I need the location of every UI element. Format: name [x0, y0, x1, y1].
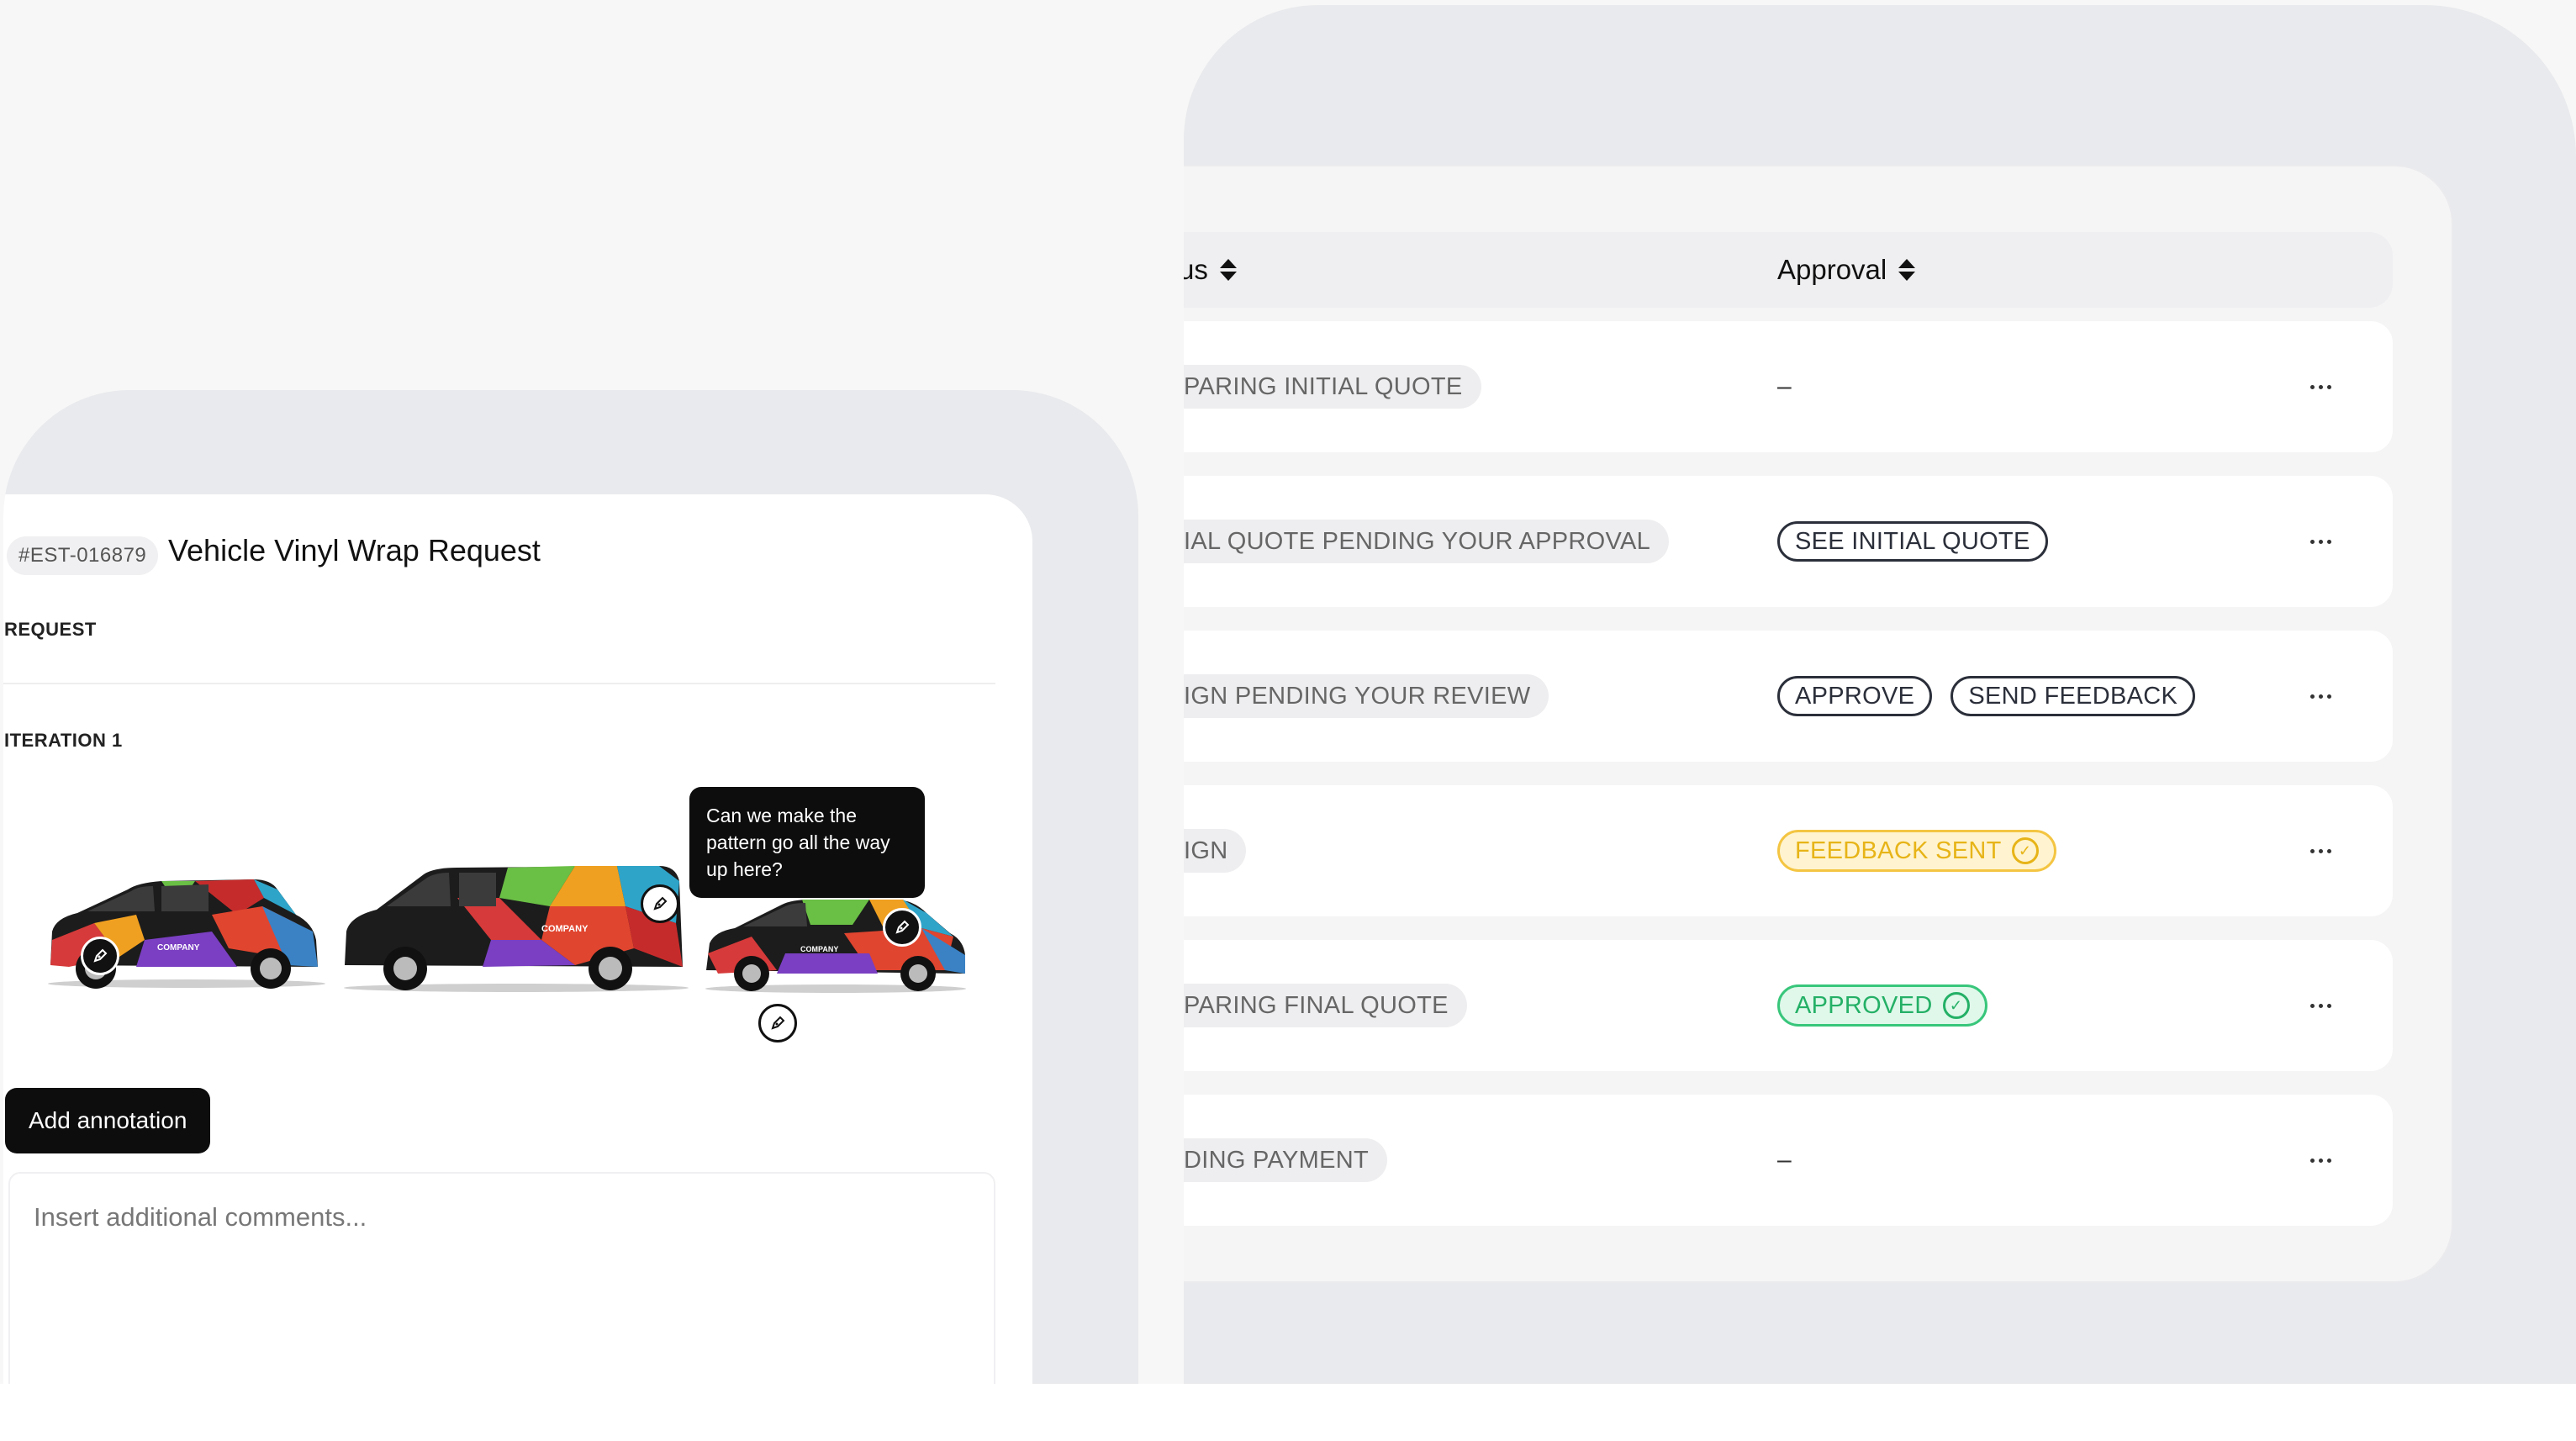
table-row: IGN PENDING YOUR REVIEW APPROVE SEND FEE… [1184, 631, 2393, 762]
column-header-status[interactable]: us [1184, 232, 1237, 308]
table-row: IAL QUOTE PENDING YOUR APPROVAL SEE INIT… [1184, 476, 2393, 607]
table-panel: us Approval PARING INITIAL QUOTE – IAL Q… [1184, 5, 2576, 1384]
see-initial-quote-button[interactable]: SEE INITIAL QUOTE [1777, 521, 2048, 562]
request-id-tag: #EST-016879 [7, 536, 159, 575]
approve-button[interactable]: APPROVE [1777, 676, 1933, 716]
approval-cell: – [1777, 1138, 1792, 1182]
section-label-request: REQUEST [4, 619, 97, 640]
svg-text:COMPANY: COMPANY [800, 945, 838, 953]
feedback-sent-badge: FEEDBACK SENT ✓ [1777, 830, 2056, 872]
table-row: PARING FINAL QUOTE APPROVED ✓ [1184, 940, 2393, 1071]
annotation-pen-icon[interactable] [758, 1004, 797, 1042]
more-horizontal-icon[interactable] [2310, 829, 2331, 873]
table-row: DING PAYMENT – [1184, 1095, 2393, 1226]
divider [3, 683, 995, 684]
annotation-pen-icon[interactable] [641, 884, 679, 923]
more-horizontal-icon[interactable] [2310, 1138, 2331, 1182]
status-pill: IAL QUOTE PENDING YOUR APPROVAL [1184, 520, 1670, 563]
more-horizontal-icon[interactable] [2310, 365, 2331, 409]
more-horizontal-icon[interactable] [2310, 674, 2331, 718]
more-horizontal-icon[interactable] [2310, 984, 2331, 1027]
comments-input[interactable]: Insert additional comments... [8, 1172, 995, 1384]
approval-empty: – [1777, 372, 1792, 400]
table-row: IGN FEEDBACK SENT ✓ [1184, 785, 2393, 916]
vehicle-design-cargo-van[interactable]: COMPANY [340, 847, 693, 995]
vehicle-design-compact-van[interactable]: COMPANY [44, 864, 330, 990]
column-header-approval[interactable]: Approval [1777, 232, 1916, 308]
approved-badge: APPROVED ✓ [1777, 984, 1987, 1027]
annotation-pen-icon[interactable] [81, 937, 119, 975]
request-title: Vehicle Vinyl Wrap Request [168, 533, 541, 567]
check-circle-icon: ✓ [2011, 837, 2039, 864]
status-pill: PARING INITIAL QUOTE [1184, 365, 1481, 409]
approval-cell: – [1777, 365, 1792, 409]
table-header: us Approval [1184, 232, 2393, 308]
approval-cell: SEE INITIAL QUOTE [1777, 520, 2048, 563]
svg-text:COMPANY: COMPANY [157, 943, 200, 953]
table-row: PARING INITIAL QUOTE – [1184, 321, 2393, 452]
send-feedback-button[interactable]: SEND FEEDBACK [1950, 676, 2196, 716]
badge-label: FEEDBACK SENT [1795, 837, 2002, 864]
vehicle-design-small-car[interactable]: COMPANY [701, 886, 970, 995]
add-annotation-button[interactable]: Add annotation [5, 1088, 211, 1153]
quotes-table: us Approval PARING INITIAL QUOTE – IAL Q… [1184, 165, 2453, 1283]
check-circle-icon: ✓ [1942, 992, 1970, 1019]
annotation-comment-tooltip: Can we make the pattern go all the way u… [689, 787, 925, 898]
column-header-approval-label: Approval [1777, 254, 1887, 285]
badge-label: APPROVED [1795, 991, 1933, 1019]
request-panel: #EST-016879 Vehicle Vinyl Wrap Request R… [3, 390, 1138, 1384]
status-pill: DING PAYMENT [1184, 1138, 1388, 1182]
status-pill: IGN PENDING YOUR REVIEW [1184, 674, 1549, 718]
status-pill: PARING FINAL QUOTE [1184, 984, 1467, 1027]
more-horizontal-icon[interactable] [2310, 520, 2331, 563]
approval-empty: – [1777, 1146, 1792, 1174]
sort-icon[interactable] [1898, 259, 1916, 281]
approval-cell: FEEDBACK SENT ✓ [1777, 829, 2056, 873]
annotation-pen-icon[interactable] [883, 908, 921, 947]
status-pill: IGN [1184, 829, 1247, 873]
column-header-status-label: us [1184, 254, 1208, 285]
svg-text:COMPANY: COMPANY [541, 924, 589, 934]
approval-cell: APPROVE SEND FEEDBACK [1777, 674, 2196, 718]
iteration-label: ITERATION 1 [4, 730, 123, 751]
bottom-strip [0, 1384, 2576, 1441]
request-card: #EST-016879 Vehicle Vinyl Wrap Request R… [3, 494, 1032, 1384]
approval-cell: APPROVED ✓ [1777, 984, 1987, 1027]
sort-icon[interactable] [1219, 259, 1237, 281]
